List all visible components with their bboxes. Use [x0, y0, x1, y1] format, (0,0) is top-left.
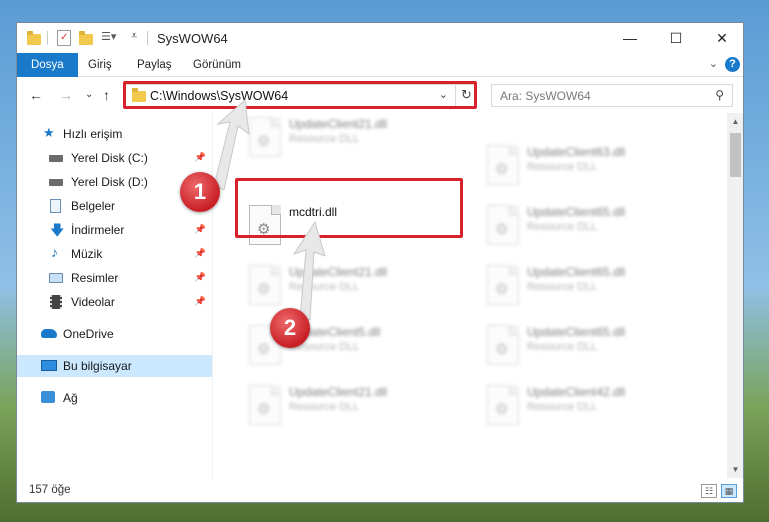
arrow-to-file-icon: [292, 220, 326, 321]
step-marker-2: 2: [270, 308, 310, 348]
annotation-arrows: [213, 98, 326, 321]
arrow-to-address-icon: [213, 98, 250, 191]
step-marker-1: 1: [180, 172, 220, 212]
